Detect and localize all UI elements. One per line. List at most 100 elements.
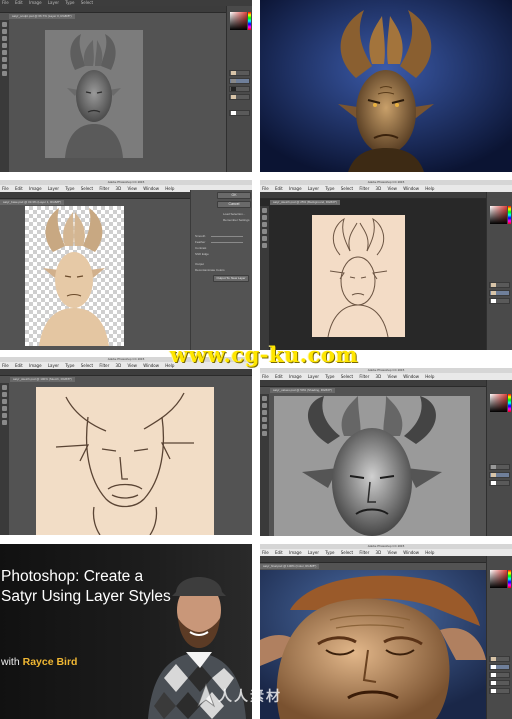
- hue-slider[interactable]: [508, 394, 511, 412]
- options-bar[interactable]: [260, 380, 512, 387]
- menu-type[interactable]: Type: [65, 0, 74, 5]
- hue-slider[interactable]: [508, 206, 511, 224]
- menu-edit[interactable]: Edit: [15, 0, 23, 5]
- document-tab[interactable]: satyr_base.psd @ 33.3% (Layer 1, RGB/8*): [0, 200, 65, 205]
- layer-row[interactable]: [489, 480, 510, 486]
- color-picker[interactable]: [490, 206, 507, 224]
- menu-filter[interactable]: Filter: [359, 374, 369, 379]
- menu-edit[interactable]: Edit: [275, 374, 283, 379]
- eraser-tool-icon[interactable]: [262, 236, 267, 241]
- hue-slider[interactable]: [248, 12, 251, 30]
- hue-slider[interactable]: [508, 570, 511, 588]
- menu-select[interactable]: Select: [81, 363, 93, 368]
- menu-type[interactable]: Type: [325, 550, 334, 555]
- menu-layer[interactable]: Layer: [308, 186, 319, 191]
- layer-row[interactable]: [489, 282, 510, 288]
- options-bar[interactable]: [260, 556, 512, 563]
- move-tool-icon[interactable]: [2, 385, 7, 390]
- menu-edit[interactable]: Edit: [15, 186, 23, 191]
- right-panels[interactable]: [486, 556, 512, 719]
- menu-window[interactable]: Window: [143, 186, 159, 191]
- options-bar[interactable]: [0, 369, 252, 376]
- menu-window[interactable]: Window: [403, 186, 419, 191]
- type-tool-icon[interactable]: [262, 243, 267, 248]
- feather-slider[interactable]: [211, 242, 243, 243]
- menu-type[interactable]: Type: [65, 363, 74, 368]
- menu-help[interactable]: Help: [425, 550, 434, 555]
- layer-row[interactable]: [229, 110, 250, 116]
- layer-row[interactable]: [489, 290, 510, 296]
- move-tool-icon[interactable]: [262, 396, 267, 401]
- menu-select[interactable]: Select: [81, 186, 93, 191]
- menu-edit[interactable]: Edit: [275, 186, 283, 191]
- move-tool-icon[interactable]: [2, 22, 7, 27]
- document-canvas[interactable]: [312, 215, 405, 337]
- menu-help[interactable]: Help: [165, 186, 174, 191]
- right-panels[interactable]: [226, 6, 252, 172]
- right-panels[interactable]: [486, 380, 512, 536]
- menu-file[interactable]: File: [262, 186, 269, 191]
- document-canvas[interactable]: [274, 396, 470, 536]
- cancel-button[interactable]: Cancel: [217, 201, 251, 208]
- lasso-tool-icon[interactable]: [2, 399, 7, 404]
- document-tab[interactable]: satyr_sketch.psd @ 25% (Background, RGB/…: [270, 200, 340, 205]
- menu-image[interactable]: Image: [29, 186, 42, 191]
- menu-select[interactable]: Select: [341, 550, 353, 555]
- menu-image[interactable]: Image: [289, 186, 302, 191]
- menu-3d[interactable]: 3D: [116, 186, 122, 191]
- document-canvas[interactable]: [260, 570, 486, 719]
- menu-view[interactable]: View: [387, 186, 397, 191]
- ok-button[interactable]: OK: [217, 192, 251, 199]
- marquee-tool-icon[interactable]: [262, 403, 267, 408]
- menu-image[interactable]: Image: [289, 550, 302, 555]
- document-canvas[interactable]: [45, 30, 143, 158]
- document-canvas[interactable]: [25, 206, 124, 346]
- menu-3d[interactable]: 3D: [116, 363, 122, 368]
- remember-settings-label[interactable]: Remember Settings: [223, 218, 250, 222]
- menu-help[interactable]: Help: [425, 186, 434, 191]
- type-tool-icon[interactable]: [2, 420, 7, 425]
- menu-select[interactable]: Select: [341, 186, 353, 191]
- menu-layer[interactable]: Layer: [308, 550, 319, 555]
- layer-row[interactable]: [229, 94, 250, 100]
- eraser-tool-icon[interactable]: [262, 424, 267, 429]
- menu-3d[interactable]: 3D: [376, 186, 382, 191]
- document-tab[interactable]: satyr_sculpt.psd @ 66.7% (Layer 0, RGB/8…: [9, 14, 75, 19]
- layer-row[interactable]: [229, 86, 250, 92]
- layer-row[interactable]: [489, 664, 510, 670]
- tools-panel[interactable]: [260, 206, 269, 350]
- brush-tool-icon[interactable]: [262, 417, 267, 422]
- menu-filter[interactable]: Filter: [359, 186, 369, 191]
- document-tab[interactable]: satyr_final.psd @ 100% (Color, RGB/8*): [260, 564, 320, 569]
- menu-filter[interactable]: Filter: [359, 550, 369, 555]
- menu-file[interactable]: File: [262, 550, 269, 555]
- menu-image[interactable]: Image: [289, 374, 302, 379]
- layer-row[interactable]: [229, 70, 250, 76]
- document-canvas[interactable]: [36, 387, 214, 535]
- color-picker[interactable]: [230, 12, 247, 30]
- menu-select[interactable]: Select: [81, 0, 93, 5]
- layer-row[interactable]: [489, 472, 510, 478]
- lasso-tool-icon[interactable]: [262, 410, 267, 415]
- menu-type[interactable]: Type: [325, 186, 334, 191]
- menu-bar[interactable]: File Edit Image Layer Type Select Filter…: [260, 185, 512, 192]
- brush-tool-icon[interactable]: [2, 406, 7, 411]
- menu-view[interactable]: View: [127, 186, 137, 191]
- menu-window[interactable]: Window: [403, 374, 419, 379]
- layer-row[interactable]: [489, 464, 510, 470]
- marquee-tool-icon[interactable]: [262, 215, 267, 220]
- tools-panel[interactable]: [260, 394, 269, 536]
- menu-file[interactable]: File: [2, 186, 9, 191]
- tools-panel[interactable]: [0, 383, 9, 535]
- brush-tool-icon[interactable]: [2, 50, 7, 55]
- menu-layer[interactable]: Layer: [48, 0, 59, 5]
- marquee-tool-icon[interactable]: [2, 392, 7, 397]
- menu-image[interactable]: Image: [29, 363, 42, 368]
- marquee-tool-icon[interactable]: [2, 29, 7, 34]
- menu-filter[interactable]: Filter: [99, 363, 109, 368]
- layer-row[interactable]: [489, 656, 510, 662]
- output-to-select[interactable]: Output To: New Layer: [213, 275, 249, 282]
- lasso-tool-icon[interactable]: [2, 36, 7, 41]
- options-bar[interactable]: [260, 192, 512, 199]
- menu-3d[interactable]: 3D: [376, 374, 382, 379]
